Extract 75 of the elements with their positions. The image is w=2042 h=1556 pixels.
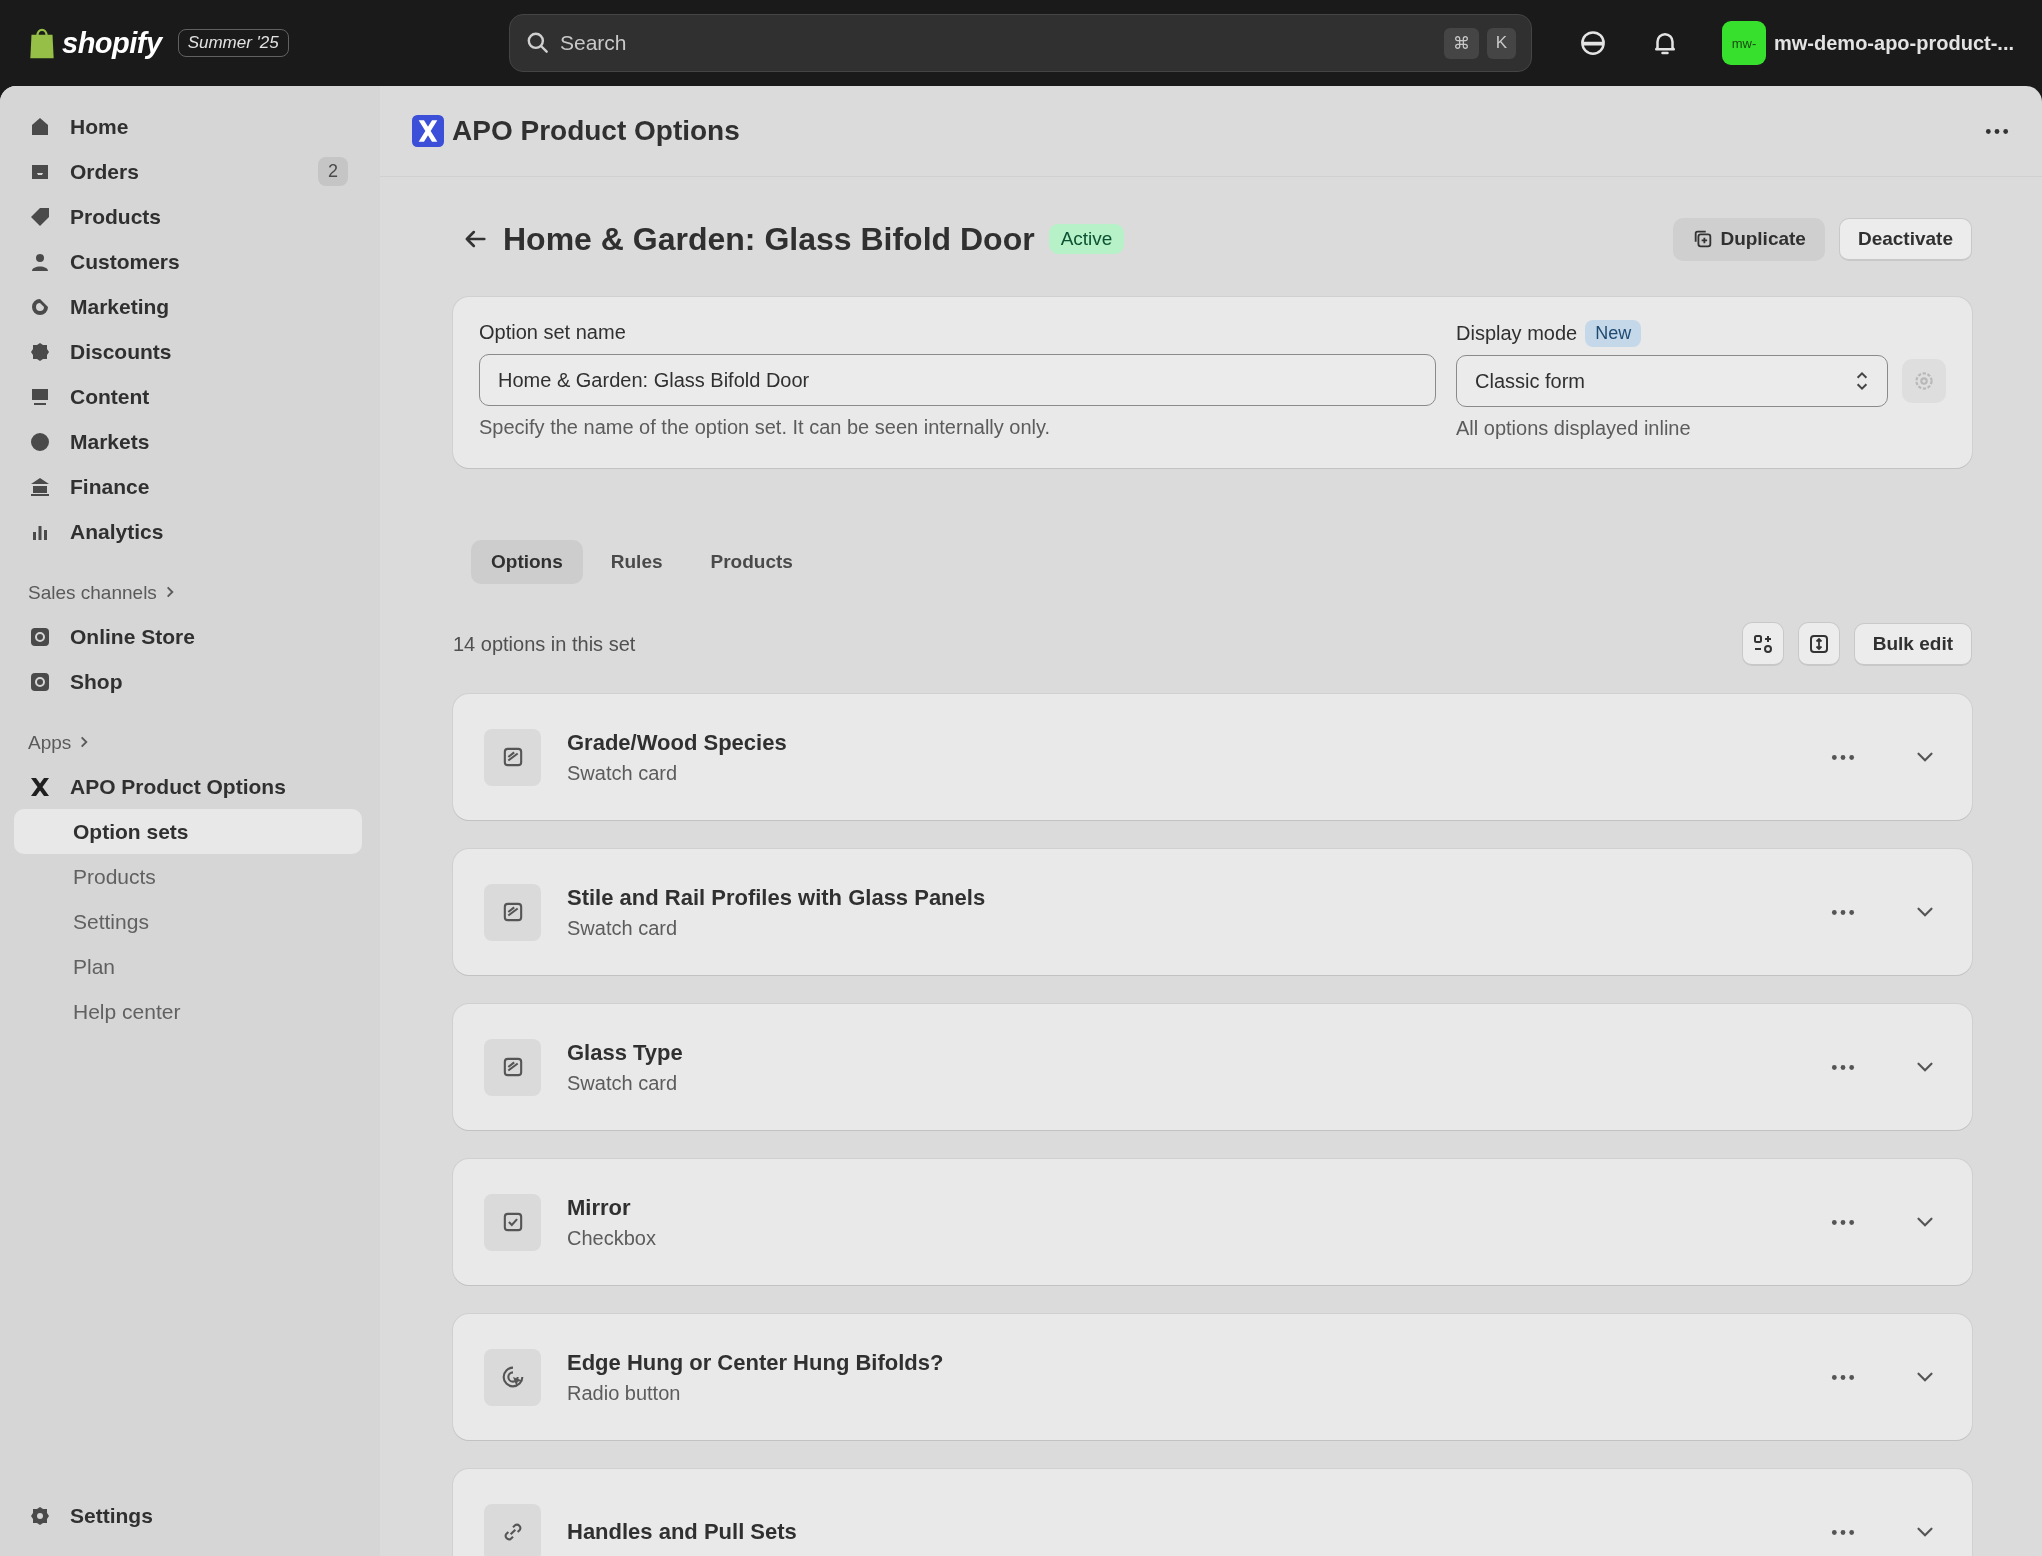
option-name: Stile and Rail Profiles with Glass Panels	[567, 884, 986, 911]
nav-item[interactable]: Finance	[14, 464, 362, 509]
option-name: Glass Type	[567, 1039, 683, 1066]
option-type: Swatch card	[567, 761, 679, 785]
option-type-icon	[484, 1193, 541, 1251]
sort-caret-icon	[1855, 370, 1869, 392]
nav-item[interactable]: Content	[14, 374, 362, 419]
section-heading[interactable]: Apps	[28, 732, 72, 753]
nav-item[interactable]: Online Store	[14, 614, 362, 659]
nav-item[interactable]: Orders 2	[14, 149, 362, 194]
nav-item[interactable]: Products	[14, 194, 362, 239]
sub-nav-item[interactable]: Help center	[14, 989, 362, 1034]
more-icon[interactable]	[1830, 1062, 1856, 1072]
nav-item[interactable]: Discounts	[14, 329, 362, 374]
action-button[interactable]: Duplicate	[1673, 217, 1825, 261]
shortcut-key: K	[1486, 28, 1516, 59]
expand-all-button[interactable]	[1797, 622, 1840, 666]
nav-item[interactable]: APO Product Options	[14, 764, 362, 809]
option-type-icon	[484, 883, 541, 941]
nav-item[interactable]: Markets	[14, 419, 362, 464]
option-name: Handles and Pull Sets	[567, 1519, 797, 1545]
option-type: Radio button	[567, 1381, 682, 1405]
option-type-icon	[484, 1038, 541, 1096]
shortcut-key: ⌘	[1443, 28, 1479, 59]
nav-item[interactable]: Analytics	[14, 509, 362, 554]
field-label: Display mode	[1456, 321, 1578, 345]
field-label: Option set name	[479, 321, 627, 344]
option-type-icon	[484, 1503, 541, 1556]
tab[interactable]: Rules	[590, 540, 683, 584]
option-type-icon	[484, 728, 541, 786]
search-icon	[525, 30, 551, 56]
store-name[interactable]: mw-demo-apo-product-...	[1774, 31, 2014, 55]
option-type: Swatch card	[567, 916, 679, 940]
option-name: Grade/Wood Species	[567, 729, 787, 756]
option-type: Swatch card	[567, 1071, 679, 1095]
nav-item[interactable]: Marketing	[14, 284, 362, 329]
more-icon[interactable]	[1830, 1372, 1856, 1382]
option-type: Checkbox	[567, 1226, 656, 1250]
bulk-edit-button[interactable]: Bulk edit	[1853, 622, 1972, 666]
section-heading[interactable]: Sales channels	[28, 582, 157, 603]
store-avatar[interactable]: mw-	[1722, 21, 1766, 65]
more-icon[interactable]	[1830, 752, 1856, 762]
tab[interactable]: Options	[471, 540, 583, 584]
app-title: APO Product Options	[452, 115, 740, 147]
more-icon[interactable]	[1830, 907, 1856, 917]
option-count: 14 options in this set	[453, 632, 636, 656]
name-input[interactable]: Home & Garden: Glass Bifold Door	[479, 354, 1436, 406]
shopping-bag-icon	[28, 26, 56, 60]
more-icon[interactable]	[1984, 126, 2010, 136]
count-badge: 2	[318, 157, 348, 186]
sub-nav-item[interactable]: Option sets	[14, 809, 362, 854]
action-button[interactable]: Deactivate	[1838, 217, 1972, 261]
collapse-all-button[interactable]	[1741, 622, 1784, 666]
edition-badge: Summer '25	[177, 29, 289, 57]
help-text: All options displayed inline	[1456, 417, 1692, 440]
new-badge: New	[1585, 319, 1642, 347]
nav-item[interactable]: Customers	[14, 239, 362, 284]
tab[interactable]: Products	[690, 540, 813, 584]
page-title: Home & Garden: Glass Bifold Door	[503, 220, 1035, 258]
sub-nav-item[interactable]: Settings	[14, 899, 362, 944]
option-name: Mirror	[567, 1194, 632, 1221]
sub-nav-item[interactable]: Products	[14, 854, 362, 899]
help-text: Specify the name of the option set. It can be seen internally only.	[479, 416, 1052, 439]
nav-item[interactable]: Home	[14, 104, 362, 149]
more-icon[interactable]	[1830, 1217, 1856, 1227]
sub-nav-item[interactable]: Plan	[14, 944, 362, 989]
nav-item[interactable]: Settings	[14, 1493, 362, 1538]
option-name: Edge Hung or Center Hung Bifolds?	[567, 1349, 944, 1376]
option-type-icon	[484, 1348, 541, 1406]
display-mode-select[interactable]: Classic form	[1456, 355, 1888, 407]
shopify-logo: shopify	[62, 26, 162, 60]
more-icon[interactable]	[1830, 1527, 1856, 1537]
nav-item[interactable]: Shop	[14, 659, 362, 704]
app-logo-icon	[412, 115, 444, 147]
status-badge: Active	[1048, 224, 1125, 254]
